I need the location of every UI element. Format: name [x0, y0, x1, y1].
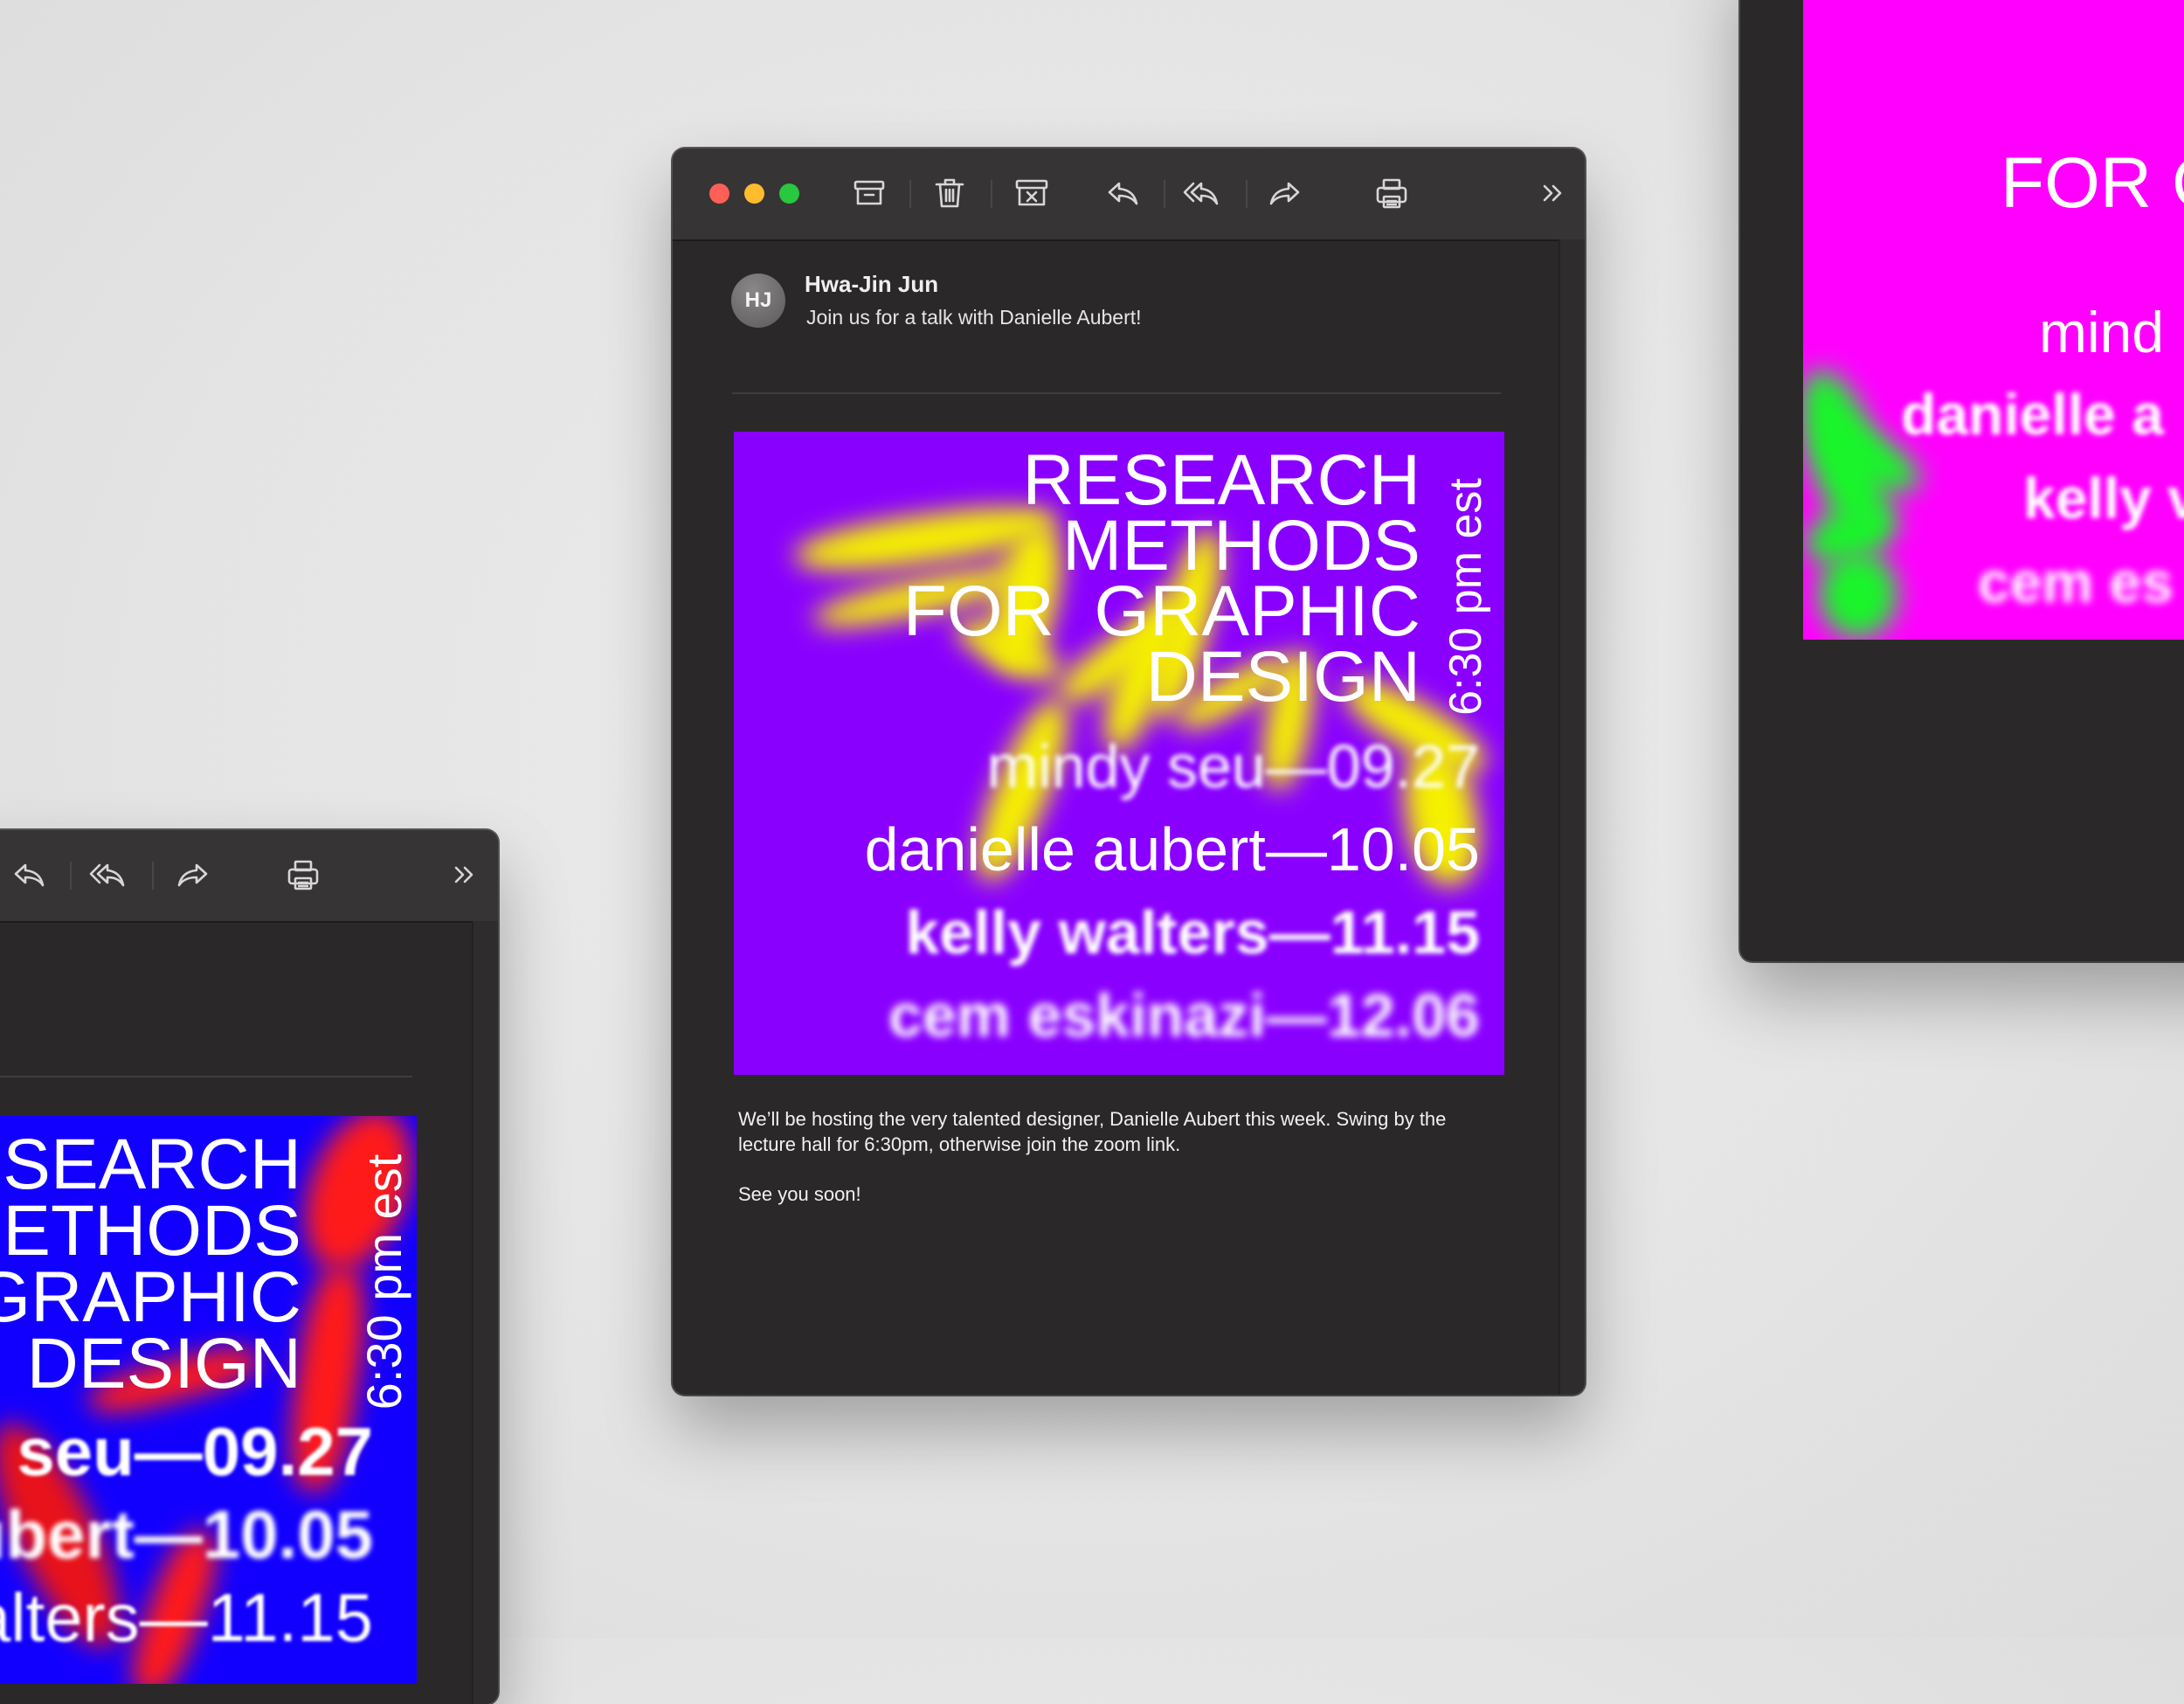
event-poster-magenta: RE M FOR G mind danielle a kelly v cem e… [1803, 0, 2184, 640]
mail-window-left: RESEARCH METHODS GRAPHIC DESIGN 6:30 pm … [0, 830, 498, 1704]
sender-avatar[interactable]: HJ [731, 274, 785, 328]
poster-speaker-line: cem es [1978, 550, 2174, 614]
poster-title-line: GRAPHIC [0, 1257, 301, 1337]
scroll-track[interactable] [472, 921, 498, 1704]
poster-speaker-line: kelly walters—11.15 [905, 898, 1480, 966]
poster-title-line: FOR GRAPHIC [902, 571, 1420, 651]
sender-name: Hwa-Jin Jun [805, 271, 939, 297]
poster-speaker-line: mindy seu—09.27 [986, 732, 1480, 800]
toolbar-separator [152, 862, 154, 890]
avatar-initials: HJ [744, 288, 772, 312]
minimize-window-button[interactable] [744, 184, 764, 204]
poster-title-line: DESIGN [26, 1324, 301, 1403]
poster-title-line: FOR G [2001, 143, 2184, 223]
forward-icon[interactable] [1267, 175, 1303, 211]
archive-icon[interactable] [851, 175, 888, 211]
print-icon[interactable] [1373, 175, 1410, 211]
reply-icon[interactable] [10, 856, 47, 893]
event-poster-blue: RESEARCH METHODS GRAPHIC DESIGN 6:30 pm … [0, 1116, 417, 1684]
trash-icon[interactable] [931, 175, 968, 211]
mail-toolbar [673, 149, 1585, 241]
message-sign-off: See you soon! [738, 1183, 861, 1205]
poster-speaker-line: mind [2039, 300, 2165, 364]
reply-icon[interactable] [1104, 175, 1141, 211]
poster-title-line: RESEARCH [0, 1125, 301, 1204]
header-divider [732, 392, 1501, 394]
poster-speaker-line: aubert—10.05 [0, 1496, 373, 1573]
poster-speaker-line: walters—11.15 [0, 1579, 373, 1656]
poster-time-label: 6:30 pm est [1441, 478, 1491, 716]
poster-speaker-line: cem eskinazi—12.06 [888, 981, 1480, 1049]
header-divider [0, 1076, 412, 1077]
poster-title-line: DESIGN [1145, 637, 1420, 717]
mail-window: HJ Hwa-Jin Jun Join us for a talk with D… [673, 149, 1585, 1395]
more-chevron-icon[interactable] [446, 856, 482, 893]
event-poster: RESEARCH METHODS FOR GRAPHIC DESIGN 6:30… [734, 432, 1504, 1075]
toolbar-separator [70, 862, 72, 890]
message-subject: Join us for a talk with Danielle Aubert! [806, 306, 1142, 329]
toolbar-separator [909, 180, 911, 208]
poster-title-line: RESEARCH [1022, 440, 1420, 520]
reply-all-icon[interactable] [89, 856, 126, 893]
mail-window-right: RE M FOR G mind danielle a kelly v cem e… [1740, 0, 2184, 961]
more-chevron-icon[interactable] [1534, 175, 1571, 211]
toolbar-separator [991, 180, 992, 208]
poster-speaker-line: danielle a [1901, 382, 2164, 447]
poster-title-line: RE [2179, 15, 2184, 87]
poster-title-line: METHODS [0, 1191, 301, 1271]
poster-speaker-line: dy seu—09.27 [0, 1413, 373, 1490]
message-body-paragraph: We’ll be hosting the very talented desig… [738, 1108, 1447, 1155]
close-window-button[interactable] [709, 184, 729, 204]
reply-all-icon[interactable] [1183, 175, 1220, 211]
toolbar-separator [1246, 180, 1248, 208]
poster-speaker-line: kelly v [2023, 466, 2184, 530]
poster-title-line: METHODS [1062, 506, 1420, 585]
print-icon[interactable] [285, 856, 321, 893]
poster-speaker-line: danielle aubert—10.05 [864, 815, 1480, 883]
junk-icon[interactable] [1013, 175, 1050, 211]
forward-icon[interactable] [175, 856, 211, 893]
poster-time-label: 6:30 pm est [356, 1153, 411, 1410]
toolbar-separator [1164, 180, 1165, 208]
toolbar-left [0, 830, 498, 923]
scroll-track[interactable] [1559, 239, 1585, 1395]
zoom-window-button[interactable] [779, 184, 799, 204]
